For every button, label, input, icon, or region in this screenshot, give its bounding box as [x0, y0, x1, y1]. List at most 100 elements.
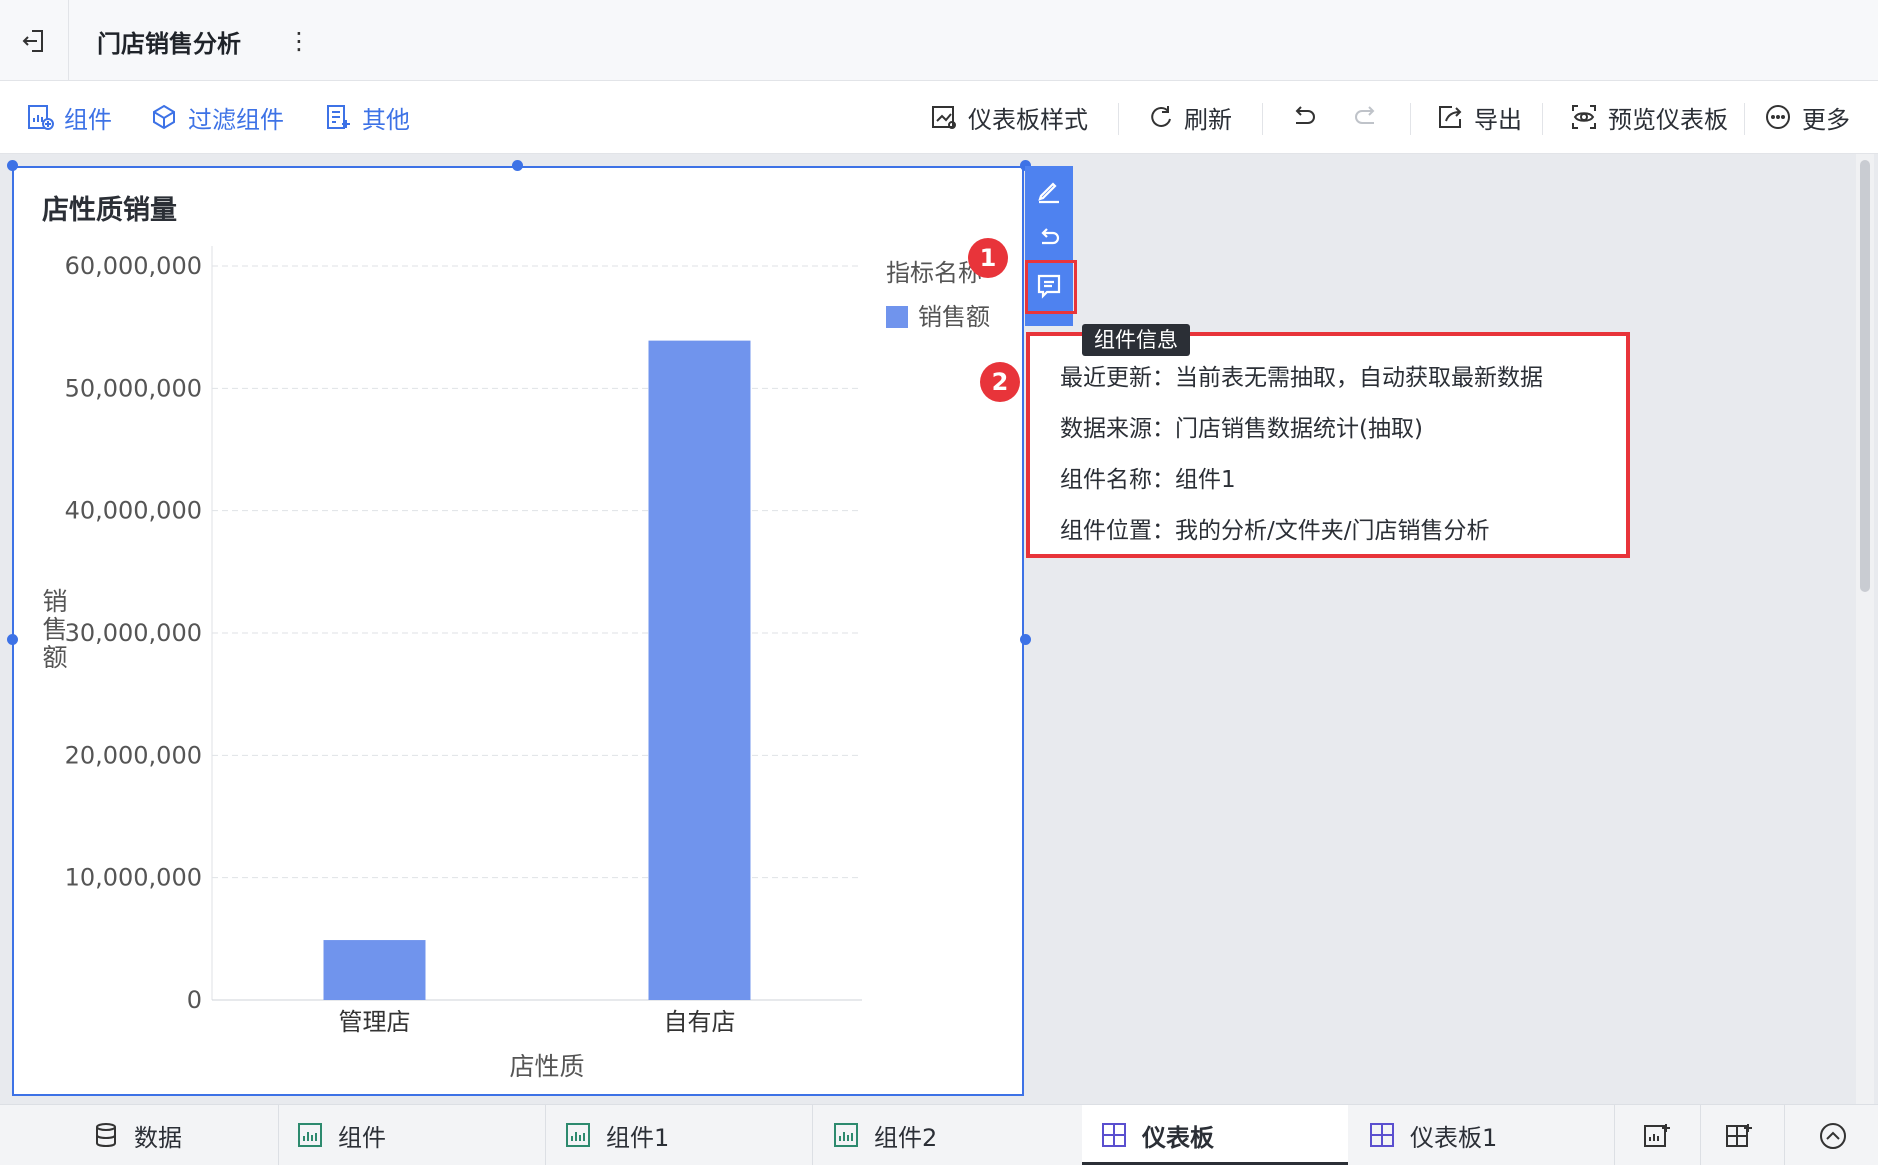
undo-button[interactable]	[1288, 99, 1318, 135]
info-value: 组件1	[1175, 467, 1236, 493]
export-icon	[1439, 106, 1462, 128]
tab-data[interactable]: 数据	[92, 1105, 182, 1165]
bar-chart-icon	[834, 1123, 858, 1147]
more-label: 更多	[1802, 105, 1850, 134]
bar	[323, 940, 426, 1000]
bar-chart-icon	[298, 1123, 322, 1147]
legend-swatch	[886, 306, 908, 328]
info-component-name: 组件名称：组件1	[1060, 460, 1236, 494]
toolbar-divider	[1744, 103, 1745, 135]
toolbar-divider	[1262, 103, 1263, 135]
y-axis-title-char: 额	[42, 643, 67, 672]
top-divider	[68, 0, 69, 80]
info-key: 组件名称：	[1060, 467, 1175, 493]
widget-title: 店性质销量	[42, 195, 177, 226]
tab-divider	[1700, 1105, 1701, 1165]
info-data-source: 数据来源：门店销售数据统计(抽取)	[1060, 409, 1423, 443]
exit-button[interactable]	[14, 24, 54, 58]
y-tick-label: 30,000,000	[65, 619, 202, 647]
info-value: 当前表无需抽取，自动获取最新数据	[1175, 365, 1543, 391]
legend-title: 指标名称	[886, 259, 982, 287]
dashboard-icon	[1370, 1123, 1394, 1147]
more-icon	[1766, 105, 1790, 129]
tab-divider	[545, 1105, 546, 1165]
y-tick-label: 10,000,000	[65, 864, 202, 892]
toolbar-divider	[1410, 103, 1411, 135]
exit-icon	[22, 30, 43, 52]
info-button-highlight	[1025, 260, 1077, 314]
y-axis-title-char: 售	[42, 615, 67, 644]
y-tick-label: 50,000,000	[65, 374, 202, 402]
widget-info-popover: 最近更新：当前表无需抽取，自动获取最新数据 数据来源：门店销售数据统计(抽取) …	[1026, 332, 1630, 558]
other-label: 其他	[362, 105, 410, 134]
tab-label: 仪表板	[1142, 1123, 1214, 1152]
edit-icon	[1038, 182, 1059, 204]
y-tick-label: 20,000,000	[65, 741, 202, 769]
filter-component-icon	[153, 104, 175, 130]
add-component-tab-button[interactable]	[1640, 1119, 1674, 1153]
y-axis-title-char: 销	[42, 587, 67, 616]
info-value: 门店销售数据统计(抽取)	[1175, 416, 1423, 442]
dashboard-style-icon	[932, 106, 956, 129]
tab-dashboard[interactable]: 仪表板	[1082, 1105, 1348, 1165]
preview-icon	[1572, 105, 1596, 129]
tab-divider	[1784, 1105, 1785, 1165]
add-component-button[interactable]: 组件	[26, 99, 112, 135]
x-tick-label: 管理店	[339, 1008, 411, 1036]
export-label: 导出	[1474, 105, 1522, 134]
undo-icon	[1295, 106, 1315, 124]
info-value: 我的分析/文件夹/门店销售分析	[1175, 518, 1490, 544]
add-chart-icon	[1644, 1124, 1670, 1147]
page-title: 门店销售分析	[97, 30, 241, 58]
collapse-tabs-button[interactable]	[1816, 1119, 1850, 1153]
x-tick-label: 自有店	[664, 1008, 736, 1036]
info-key: 组件位置：	[1060, 518, 1175, 544]
tab-label: 仪表板1	[1410, 1123, 1498, 1152]
tab-label: 组件	[338, 1123, 386, 1152]
preview-dashboard-button[interactable]: 预览仪表板	[1570, 99, 1728, 135]
info-key: 数据来源：	[1060, 416, 1175, 442]
toolbar: 组件 过滤组件 其他 仪表板样式 刷新 导出 预览仪表板 更多	[0, 81, 1878, 154]
filter-component-button[interactable]: 过滤组件	[150, 99, 284, 135]
widget-info-tooltip: 组件信息	[1082, 324, 1190, 356]
tab-divider	[812, 1105, 813, 1165]
bar-chart: 0 10,000,000 20,000,000 30,000,000 40,000,00…	[42, 246, 990, 1081]
tab-dashboard-1[interactable]: 仪表板1	[1368, 1105, 1497, 1165]
top-bar: 门店销售分析 ⋮	[0, 0, 1878, 81]
tab-component-1[interactable]: 组件1	[564, 1105, 669, 1165]
add-component-label: 组件	[64, 105, 112, 134]
step-badge-1: 1	[968, 238, 1008, 278]
database-icon	[96, 1123, 116, 1148]
refresh-label: 刷新	[1184, 105, 1232, 134]
info-last-update: 最近更新：当前表无需抽取，自动获取最新数据	[1060, 358, 1543, 392]
other-button[interactable]: 其他	[324, 99, 410, 135]
chevron-up-icon	[1820, 1123, 1846, 1149]
refresh-button[interactable]: 刷新	[1146, 99, 1232, 135]
redo-button[interactable]	[1352, 99, 1382, 135]
export-button[interactable]: 导出	[1436, 99, 1522, 135]
y-tick-label: 0	[187, 986, 202, 1014]
resize-handle[interactable]	[512, 160, 523, 171]
refresh-icon	[1151, 106, 1171, 127]
info-key: 最近更新：	[1060, 365, 1175, 391]
dashboard-style-button[interactable]: 仪表板样式	[930, 99, 1088, 135]
more-button[interactable]: 更多	[1764, 99, 1850, 135]
tab-component[interactable]: 组件	[296, 1105, 386, 1165]
redo-icon	[1355, 106, 1375, 124]
resize-handle[interactable]	[7, 160, 18, 171]
undo-widget-button[interactable]	[1025, 216, 1073, 260]
toolbar-divider	[1118, 103, 1119, 135]
other-icon	[327, 105, 350, 129]
tab-component-2[interactable]: 组件2	[832, 1105, 937, 1165]
tab-label: 组件2	[874, 1123, 938, 1152]
info-component-location: 组件位置：我的分析/文件夹/门店销售分析	[1060, 511, 1490, 545]
legend-label: 销售额	[918, 303, 990, 331]
title-menu-icon[interactable]: ⋮	[287, 24, 311, 58]
filter-component-label: 过滤组件	[188, 105, 284, 134]
dashboard-style-label: 仪表板样式	[968, 105, 1088, 134]
canvas-scrollbar[interactable]	[1860, 160, 1870, 592]
step-badge-2: 2	[980, 362, 1020, 402]
add-dashboard-tab-button[interactable]	[1722, 1119, 1756, 1153]
bar-chart-icon	[566, 1123, 590, 1147]
edit-widget-button[interactable]	[1025, 170, 1073, 214]
